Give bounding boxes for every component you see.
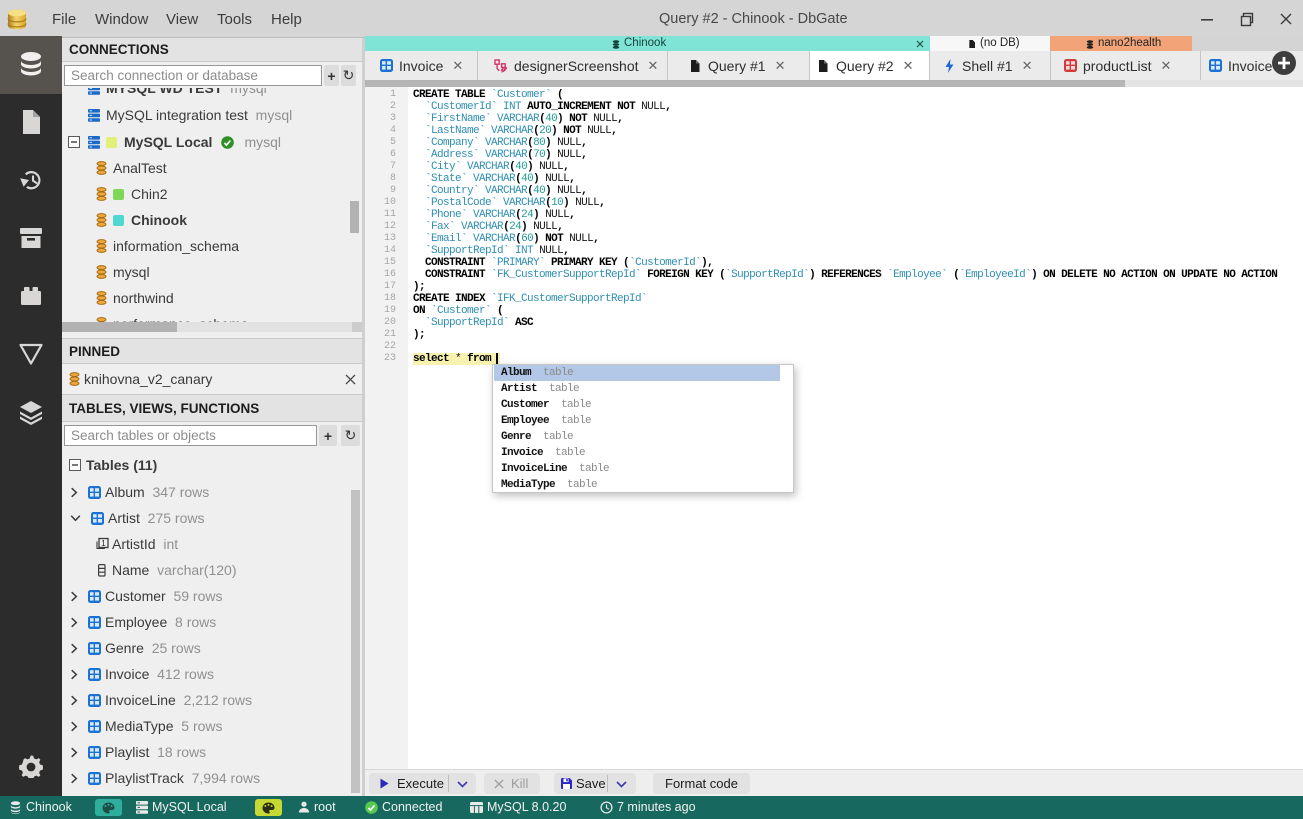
svg-text:1: 1 (101, 539, 106, 548)
